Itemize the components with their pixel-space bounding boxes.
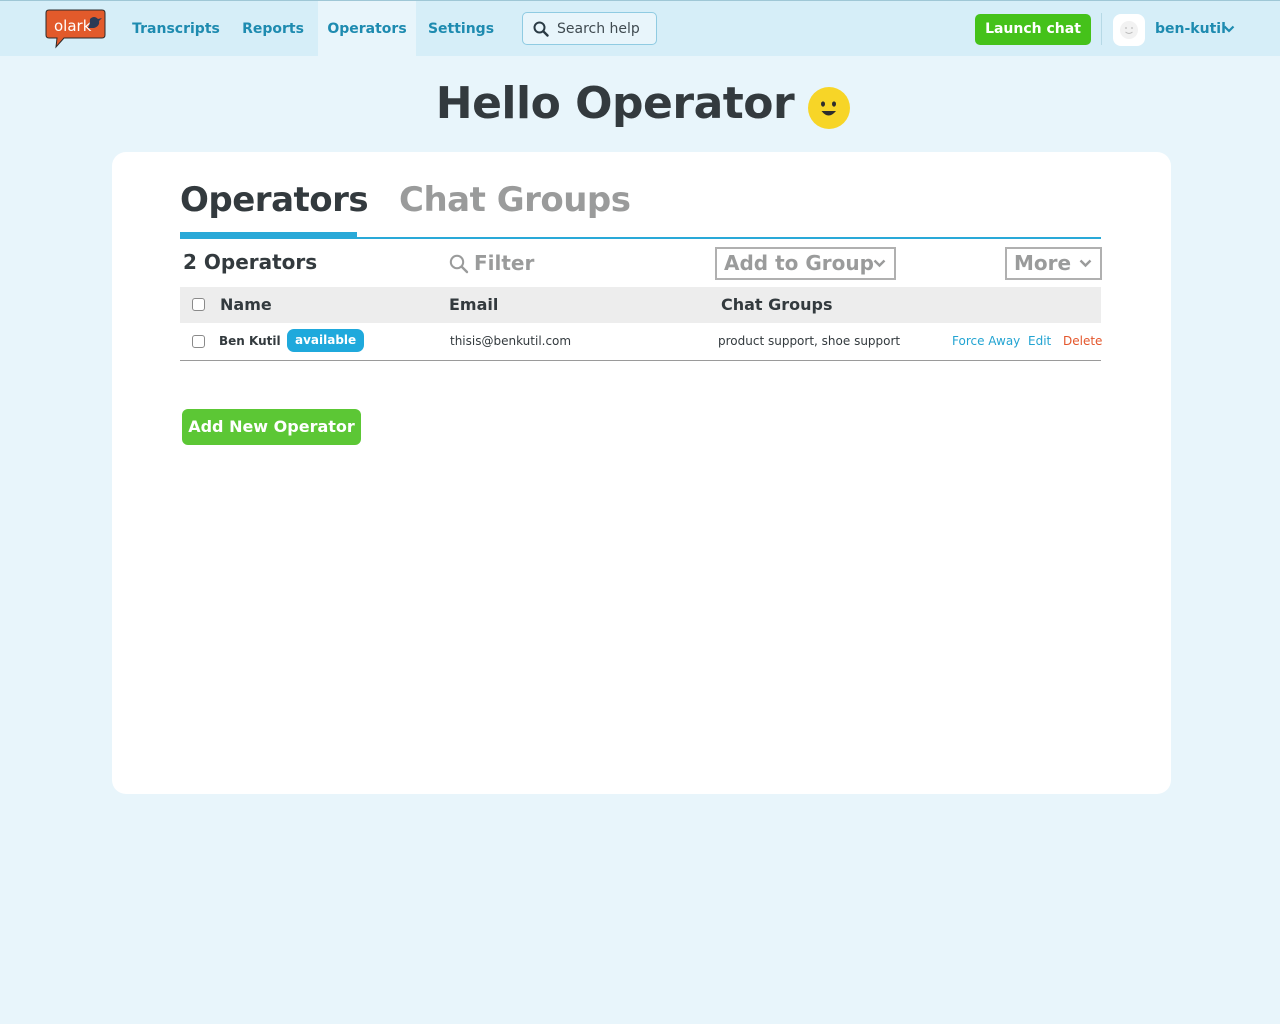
avatar[interactable] — [1113, 14, 1145, 46]
active-tab-indicator — [180, 232, 357, 238]
tab-chat-groups[interactable]: Chat Groups — [399, 180, 631, 230]
olark-logo[interactable]: olark — [42, 9, 106, 49]
search-help-input[interactable] — [557, 19, 652, 39]
tab-operators[interactable]: Operators — [180, 180, 369, 230]
operator-name[interactable]: Ben Kutil — [219, 323, 281, 360]
delete-link[interactable]: Delete — [1063, 323, 1102, 360]
operator-chat-groups: product support, shoe support — [718, 334, 901, 348]
smiley-face-icon — [808, 87, 850, 129]
divider — [1101, 13, 1102, 45]
search-icon — [533, 21, 549, 37]
force-away-link[interactable]: Force Away — [952, 323, 1020, 360]
operator-email: thisis@benkutil.com — [450, 334, 572, 348]
column-header-name: Name — [220, 295, 272, 314]
nav-operators[interactable]: Operators — [318, 1, 416, 57]
nav-reports[interactable]: Reports — [236, 1, 310, 57]
operator-count: 2 Operators — [183, 250, 318, 274]
top-navigation-bar: olark Transcripts Reports Operators Sett… — [0, 0, 1280, 57]
more-label: More — [1014, 251, 1072, 275]
add-new-operator-button[interactable]: Add New Operator — [182, 409, 361, 445]
edit-link[interactable]: Edit — [1028, 323, 1051, 360]
filter-input[interactable] — [474, 249, 674, 277]
column-header-chat-groups: Chat Groups — [721, 295, 833, 314]
page-title: Hello Operator — [435, 78, 795, 129]
nav-transcripts[interactable]: Transcripts — [130, 1, 222, 57]
chevron-down-icon[interactable] — [1223, 25, 1235, 33]
search-icon — [449, 254, 469, 274]
add-to-group-label: Add to Group — [724, 251, 874, 275]
table-header: Name Email Chat Groups — [180, 287, 1101, 323]
search-help-box[interactable] — [522, 12, 657, 45]
user-menu-label[interactable]: ben-kutil — [1155, 1, 1226, 57]
status-badge: available — [287, 329, 365, 352]
launch-chat-button[interactable]: Launch chat — [975, 14, 1091, 45]
chevron-down-icon — [873, 259, 886, 268]
table-row: Ben Kutil available thisis@benkutil.com … — [180, 323, 1102, 361]
column-header-email: Email — [449, 295, 499, 314]
row-checkbox[interactable] — [192, 335, 205, 348]
more-dropdown[interactable]: More — [1005, 247, 1102, 280]
add-to-group-dropdown[interactable]: Add to Group — [715, 247, 896, 280]
nav-settings[interactable]: Settings — [424, 1, 498, 57]
select-all-checkbox[interactable] — [192, 298, 205, 311]
svg-text:olark: olark — [54, 17, 92, 35]
chevron-down-icon — [1079, 259, 1092, 268]
